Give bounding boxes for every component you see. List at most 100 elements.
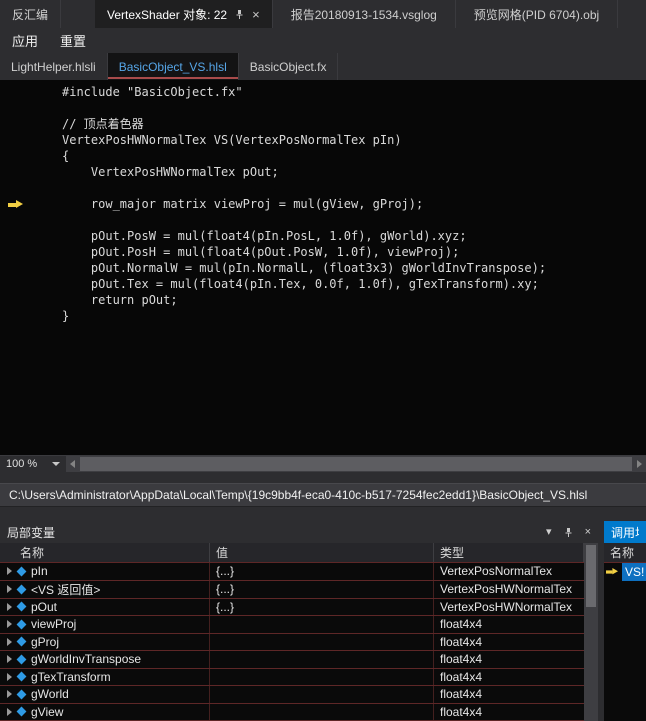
variable-type: float4x4 — [440, 669, 483, 684]
variable-name-cell: gView — [0, 703, 210, 720]
variable-name-cell: viewProj — [0, 616, 210, 633]
code-text: } — [62, 309, 70, 323]
variable-type-cell: float4x4 — [434, 669, 584, 686]
expand-arrow-icon[interactable] — [7, 637, 12, 646]
variable-name: gWorld — [31, 687, 69, 702]
file-tab-bar: LightHelper.hlsli BasicObject_VS.hlsl Ba… — [0, 53, 646, 80]
variable-type: float4x4 — [440, 634, 483, 649]
locals-titlebar[interactable]: 局部变量 ▾ × — [0, 521, 598, 543]
code-line: VertexPosHWNormalTex pOut; — [0, 164, 646, 180]
tab-mesh-preview[interactable]: 预览网格(PID 6704).obj — [456, 0, 619, 28]
variable-value: {...} — [216, 599, 235, 614]
expand-arrow-icon[interactable] — [7, 620, 12, 629]
spacer — [0, 507, 646, 521]
code-text: VertexPosHWNormalTex pOut; — [62, 165, 279, 179]
variable-name: viewProj — [31, 617, 77, 632]
variable-name-cell: gWorld — [0, 686, 210, 703]
column-header-name[interactable]: 名称 — [604, 543, 646, 562]
code-text: #include "BasicObject.fx" — [62, 85, 243, 99]
expand-arrow-icon[interactable] — [7, 707, 12, 716]
variable-type-cell: VertexPosNormalTex — [434, 563, 584, 580]
variable-name-cell: gProj — [0, 633, 210, 650]
variable-name: <VS 返回值> — [31, 582, 101, 597]
apply-menu-item[interactable]: 应用 — [12, 31, 38, 50]
pin-icon[interactable] — [234, 9, 245, 20]
tab-lighthelper-hlsli[interactable]: LightHelper.hlsli — [0, 53, 108, 80]
variable-type: VertexPosHWNormalTex — [440, 599, 573, 614]
zoom-selector[interactable]: 100 % — [0, 456, 66, 472]
variable-value-cell[interactable] — [210, 616, 434, 633]
locals-vertical-scrollbar[interactable] — [584, 543, 598, 721]
bottom-panels: 局部变量 ▾ × 名称 值 类型 pIn {...} VertexPosNorm… — [0, 521, 646, 721]
variable-name-cell: pOut — [0, 598, 210, 615]
code-line: pOut.PosH = mul(float4(pOut.PosW, 1.0f),… — [0, 244, 646, 260]
scroll-right-arrow-icon[interactable] — [637, 460, 642, 468]
column-header-type[interactable]: 类型 — [434, 543, 584, 562]
tab-vsglog-report[interactable]: 报告20180913-1534.vsglog — [273, 0, 456, 28]
zoom-value: 100 % — [6, 458, 38, 470]
variable-value-cell[interactable] — [210, 668, 434, 685]
variable-name: pIn — [31, 564, 48, 579]
locals-row[interactable]: gView float4x4 — [0, 703, 584, 721]
locals-row[interactable]: viewProj float4x4 — [0, 616, 584, 634]
locals-row[interactable]: pOut {...} VertexPosHWNormalTex — [0, 598, 584, 616]
expand-arrow-icon[interactable] — [7, 672, 12, 681]
code-editor[interactable]: #include "BasicObject.fx" // 顶点着色器 VertexP… — [0, 80, 646, 455]
expand-arrow-icon[interactable] — [7, 585, 12, 593]
horizontal-scrollbar-thumb[interactable] — [80, 457, 632, 471]
locals-row[interactable]: gWorldInvTranspose float4x4 — [0, 651, 584, 669]
expand-arrow-icon[interactable] — [7, 602, 12, 611]
variable-value-cell[interactable]: {...} — [210, 580, 434, 598]
expand-arrow-icon[interactable] — [7, 690, 12, 699]
locals-row[interactable]: gWorld float4x4 — [0, 686, 584, 704]
variable-value-cell[interactable]: {...} — [210, 598, 434, 615]
close-icon[interactable]: × — [252, 8, 260, 21]
locals-row[interactable]: <VS 返回值> {...} VertexPosHWNormalTex — [0, 580, 584, 599]
menu-bar: 应用 重置 — [0, 28, 646, 53]
reset-menu-item[interactable]: 重置 — [60, 31, 86, 50]
callstack-frame-row[interactable]: VS! — [604, 563, 646, 581]
variable-type: float4x4 — [440, 617, 483, 632]
horizontal-scrollbar[interactable] — [66, 456, 646, 472]
tab-disassembly[interactable]: 反汇编 — [0, 0, 62, 28]
frame-label: VS! — [622, 563, 646, 581]
pin-icon[interactable] — [563, 527, 574, 538]
code-text: { — [62, 149, 70, 163]
field-diamond-icon — [16, 636, 27, 647]
close-icon[interactable]: × — [585, 526, 591, 538]
current-statement-arrow-icon — [8, 200, 24, 209]
code-line: { — [0, 148, 646, 164]
code-line: // 顶点着色器 — [0, 116, 646, 132]
variable-name-cell: gTexTransform — [0, 668, 210, 685]
column-header-name[interactable]: 名称 — [0, 543, 210, 562]
variable-value-cell[interactable] — [210, 633, 434, 650]
variable-value-cell[interactable] — [210, 686, 434, 703]
variable-name-cell: gWorldInvTranspose — [0, 651, 210, 668]
callstack-titlebar[interactable]: 调用堆 — [604, 521, 646, 543]
tab-basicobject-fx[interactable]: BasicObject.fx — [239, 53, 339, 80]
locals-body: 名称 值 类型 pIn {...} VertexPosNormalTex <VS 返回… — [0, 543, 598, 721]
expand-arrow-icon[interactable] — [7, 655, 12, 664]
locals-row[interactable]: pIn {...} VertexPosNormalTex — [0, 563, 584, 581]
variable-name-cell: pIn — [0, 563, 210, 580]
variable-type: float4x4 — [440, 652, 483, 667]
field-diamond-icon — [16, 584, 27, 594]
expand-arrow-icon[interactable] — [7, 567, 12, 576]
window-position-chevron-icon[interactable]: ▾ — [546, 526, 552, 538]
locals-row[interactable]: gProj float4x4 — [0, 633, 584, 651]
scroll-left-arrow-icon[interactable] — [70, 460, 75, 468]
code-text: pOut.Tex = mul(float4(pIn.Tex, 0.0f, 1.0… — [62, 277, 539, 291]
tab-basicobject-vs-hlsl[interactable]: BasicObject_VS.hlsl — [107, 53, 239, 80]
code-line: #include "BasicObject.fx" — [0, 84, 646, 100]
variable-value-cell[interactable]: {...} — [210, 563, 434, 580]
code-line: pOut.NormalW = mul(pIn.NormalL, (float3x… — [0, 260, 646, 276]
variable-value-cell[interactable] — [210, 651, 434, 668]
locals-row[interactable]: gTexTransform float4x4 — [0, 668, 584, 686]
column-header-value[interactable]: 值 — [210, 543, 434, 562]
variable-type-cell: float4x4 — [434, 704, 584, 721]
vertical-scrollbar-thumb[interactable] — [586, 545, 596, 607]
tab-vertexshader-object[interactable]: VertexShader 对象: 22 × — [95, 0, 273, 28]
variable-value-cell[interactable] — [210, 703, 434, 720]
code-text: pOut.PosW = mul(float4(pIn.PosL, 1.0f), … — [62, 229, 467, 243]
